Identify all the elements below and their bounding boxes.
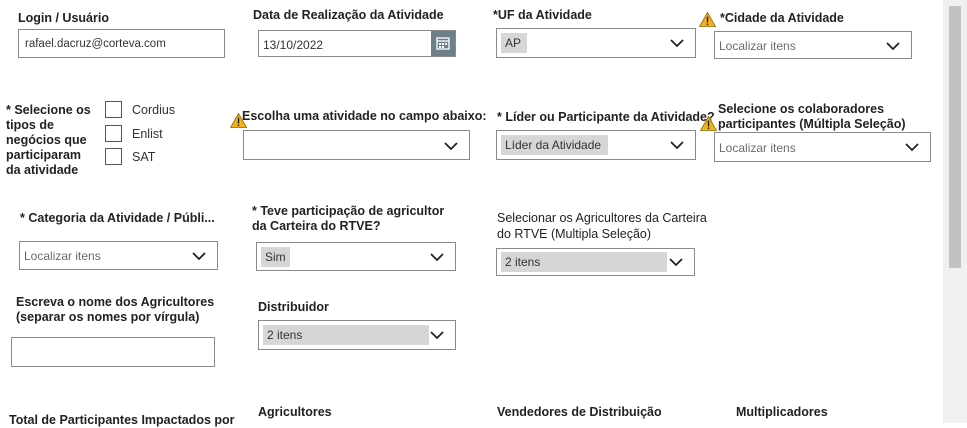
date-value: 13/10/2022 bbox=[263, 38, 324, 52]
login-value: rafael.dacruz@corteva.com bbox=[25, 38, 166, 50]
rtve-agricultores-label: Selecionar os Agricultores da Carteira d… bbox=[497, 211, 707, 241]
scrollbar-thumb[interactable] bbox=[949, 6, 961, 268]
atividade-dropdown[interactable] bbox=[243, 130, 470, 160]
distribuidor-label: Distribuidor bbox=[258, 300, 329, 314]
distribuidor-chip: 2 itens bbox=[263, 325, 429, 345]
warning-icon bbox=[699, 12, 716, 27]
categoria-label: * Categoria da Atividade / Públi... bbox=[20, 211, 215, 225]
checkbox-enlist[interactable] bbox=[105, 125, 122, 142]
chevron-down-icon bbox=[670, 39, 684, 48]
atividade-label: Escolha uma atividade no campo abaixo: bbox=[242, 109, 487, 123]
login-field[interactable]: rafael.dacruz@corteva.com bbox=[18, 29, 225, 58]
total-participantes-label: Total de Participantes Impactados por bbox=[9, 413, 235, 427]
uf-dropdown[interactable]: AP bbox=[496, 28, 696, 58]
checkbox-sat[interactable] bbox=[105, 148, 122, 165]
nomes-agricultores-label: Escreva o nome dos Agricultores (separar… bbox=[16, 295, 215, 324]
negocios-label: * Selecione os tipos de negócios que par… bbox=[6, 103, 91, 177]
categoria-placeholder: Localizar itens bbox=[24, 249, 101, 263]
sat-label: SAT bbox=[132, 150, 156, 164]
chevron-down-icon bbox=[886, 42, 900, 51]
cidade-label: *Cidade da Atividade bbox=[720, 11, 844, 25]
chevron-down-icon bbox=[430, 253, 444, 262]
rtve-participacao-label: * Teve participação de agricultor da Car… bbox=[252, 204, 445, 233]
colaboradores-dropdown[interactable]: Localizar itens bbox=[714, 132, 931, 162]
checkbox-cordius[interactable] bbox=[105, 101, 122, 118]
login-label: Login / Usuário bbox=[18, 11, 109, 25]
chevron-down-icon bbox=[444, 142, 458, 151]
colaboradores-label: Selecione os colaboradores participantes… bbox=[718, 102, 906, 131]
vendedores-label: Vendedores de Distribuição bbox=[497, 405, 662, 419]
distribuidor-dropdown[interactable]: 2 itens bbox=[258, 320, 456, 350]
cordius-label: Cordius bbox=[132, 103, 176, 117]
uf-chip: AP bbox=[501, 33, 527, 53]
calendar-icon bbox=[436, 37, 450, 50]
categoria-dropdown[interactable]: Localizar itens bbox=[19, 241, 218, 270]
chevron-down-icon bbox=[430, 331, 444, 340]
date-field[interactable]: 13/10/2022 bbox=[258, 30, 456, 57]
date-label: Data de Realização da Atividade bbox=[253, 8, 444, 22]
lider-label: * Líder ou Participante da Atividade? bbox=[497, 110, 715, 124]
chevron-down-icon bbox=[669, 258, 683, 267]
rtve-agricultores-dropdown[interactable]: 2 itens bbox=[496, 248, 695, 276]
warning-icon bbox=[700, 116, 717, 131]
chevron-down-icon bbox=[192, 252, 206, 261]
multiplicadores-label: Multiplicadores bbox=[736, 405, 828, 419]
chevron-down-icon bbox=[670, 141, 684, 150]
vertical-scrollbar[interactable] bbox=[943, 0, 967, 423]
lider-dropdown[interactable]: Líder da Atividade bbox=[496, 130, 696, 160]
enlist-label: Enlist bbox=[132, 127, 163, 141]
cidade-dropdown[interactable]: Localizar itens bbox=[714, 31, 912, 59]
chevron-down-icon bbox=[905, 143, 919, 152]
calendar-button[interactable] bbox=[431, 31, 455, 56]
uf-label: *UF da Atividade bbox=[493, 8, 592, 22]
colaboradores-placeholder: Localizar itens bbox=[719, 141, 796, 155]
agricultores-label: Agricultores bbox=[258, 405, 332, 419]
rtve-agricultores-chip: 2 itens bbox=[501, 252, 667, 272]
nomes-agricultores-input[interactable] bbox=[11, 337, 215, 367]
rtve-participacao-chip: Sim bbox=[261, 247, 290, 267]
cidade-placeholder: Localizar itens bbox=[719, 39, 796, 53]
rtve-participacao-dropdown[interactable]: Sim bbox=[256, 242, 456, 271]
lider-chip: Líder da Atividade bbox=[501, 135, 608, 155]
